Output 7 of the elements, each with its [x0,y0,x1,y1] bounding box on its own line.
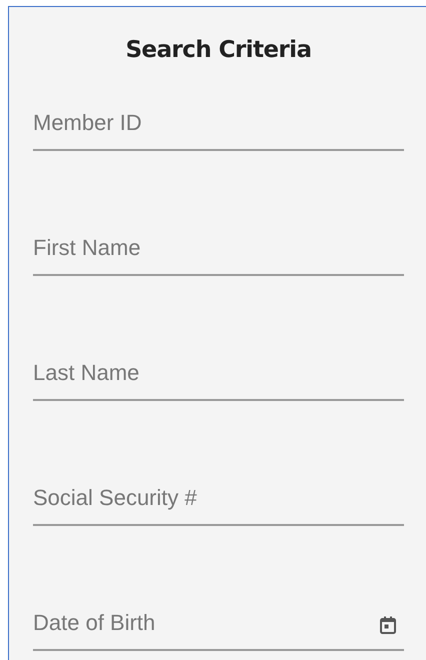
panel-title: Search Criteria [124,36,312,65]
input-field[interactable]: Member ID [33,104,404,150]
date-field[interactable]: Date of Birth [33,604,404,650]
input-field[interactable]: Last Name [33,354,404,400]
input-field[interactable]: Social Security # [33,478,404,526]
input-field[interactable]: First Name [33,228,404,276]
calendar-icon[interactable] [380,616,396,634]
